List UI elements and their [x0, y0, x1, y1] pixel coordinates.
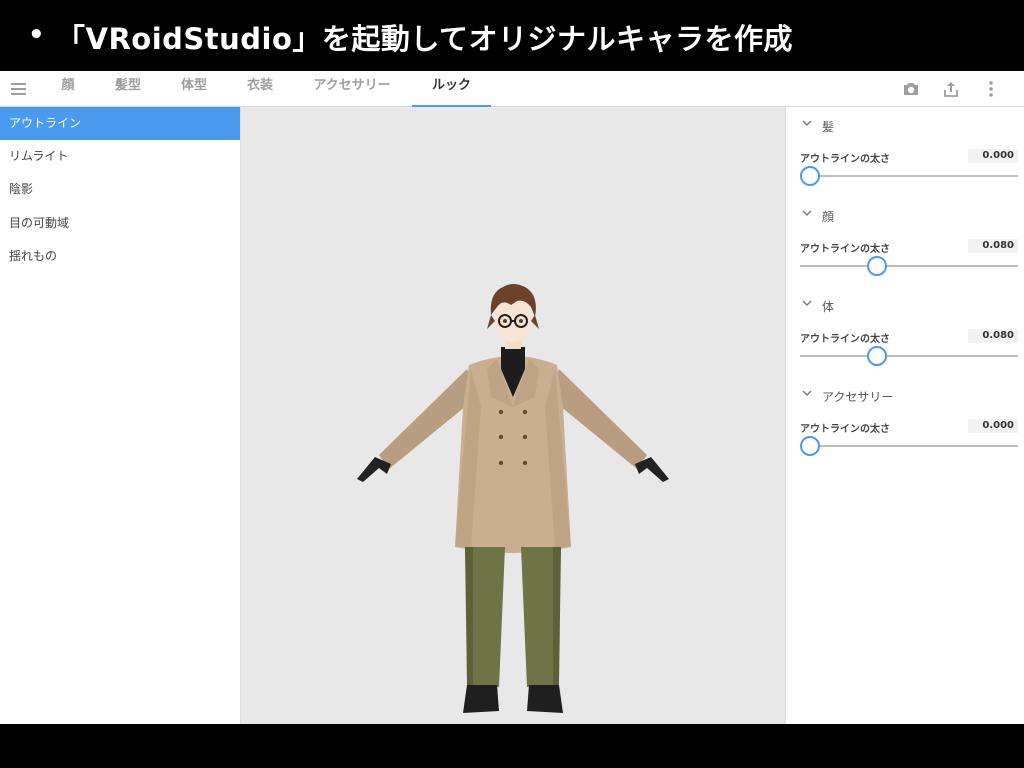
sidebar-item-outline[interactable]: アウトライン: [0, 107, 240, 140]
title-bullet: •: [28, 20, 45, 50]
tab-face[interactable]: 顔: [56, 71, 80, 107]
hair-outline-width-label: アウトラインの太さ: [800, 154, 890, 165]
face-outline-width-label: アウトラインの太さ: [800, 244, 890, 255]
character-model: [357, 284, 669, 713]
slider-thumb[interactable]: [800, 166, 820, 186]
face-outline-width-slider[interactable]: [800, 256, 1018, 276]
slider-thumb[interactable]: [867, 346, 887, 366]
chevron-down-icon: [802, 120, 812, 126]
chevron-down-icon: [802, 300, 812, 306]
accessory-outline-width-label: アウトラインの太さ: [800, 424, 890, 435]
slider-track: [800, 175, 1018, 177]
slider-track: [800, 355, 1018, 357]
hair-outline-width-value[interactable]: 0.000: [968, 149, 1018, 163]
more-vertical-icon[interactable]: [980, 78, 1002, 100]
hamburger-menu-icon[interactable]: [11, 82, 27, 96]
section-body-title: 体: [822, 300, 835, 314]
tab-accessory[interactable]: アクセサリー: [306, 71, 398, 107]
accessory-outline-width-value[interactable]: 0.000: [968, 419, 1018, 433]
camera-icon[interactable]: [900, 78, 922, 100]
share-upload-icon[interactable]: [940, 78, 962, 100]
body-outline-width-value[interactable]: 0.080: [968, 329, 1018, 343]
look-category-sidebar: アウトライン リムライト 陰影 目の可動域 揺れもの: [0, 107, 241, 724]
slider-thumb[interactable]: [867, 256, 887, 276]
chevron-down-icon: [802, 390, 812, 396]
sidebar-item-shading[interactable]: 陰影: [0, 173, 240, 206]
hair-outline-width-slider[interactable]: [800, 166, 1018, 186]
character-viewport[interactable]: [241, 107, 785, 724]
slider-track: [800, 445, 1018, 447]
vroid-studio-window: 顔 髪型 体型 衣装 アクセサリー ルック アウトライン リムライト 陰影 目の…: [0, 71, 1024, 724]
top-toolbar: 顔 髪型 体型 衣装 アクセサリー ルック: [0, 71, 1024, 108]
accessory-outline-width-slider[interactable]: [800, 436, 1018, 456]
sidebar-item-rimlight[interactable]: リムライト: [0, 140, 240, 173]
tab-body-type[interactable]: 体型: [176, 71, 212, 107]
section-face-title: 顔: [822, 210, 835, 224]
face-outline-width-value[interactable]: 0.080: [968, 239, 1018, 253]
tab-hairstyle[interactable]: 髪型: [110, 71, 146, 107]
chevron-down-icon: [802, 210, 812, 216]
slider-track: [800, 265, 1018, 267]
property-panel: 髪 アウトラインの太さ 0.000 顔 アウトラインの太さ 0.080 体 アウ…: [785, 107, 1024, 724]
section-hair-title: 髪: [822, 120, 835, 134]
tab-look[interactable]: ルック: [412, 71, 491, 108]
slide-bottom-bar: [0, 724, 1024, 768]
body-outline-width-label: アウトラインの太さ: [800, 334, 890, 345]
sidebar-item-sway[interactable]: 揺れもの: [0, 240, 240, 273]
slider-thumb[interactable]: [800, 436, 820, 456]
slide-title: 「VRoidStudio」を起動してオリジナルキャラを作成: [56, 22, 794, 56]
sidebar-item-eye-range[interactable]: 目の可動域: [0, 207, 240, 240]
body-outline-width-slider[interactable]: [800, 346, 1018, 366]
section-accessory-title: アクセサリー: [822, 390, 894, 404]
tab-outfit[interactable]: 衣装: [242, 71, 278, 107]
slide-title-bar: • 「VRoidStudio」を起動してオリジナルキャラを作成: [0, 0, 1024, 71]
